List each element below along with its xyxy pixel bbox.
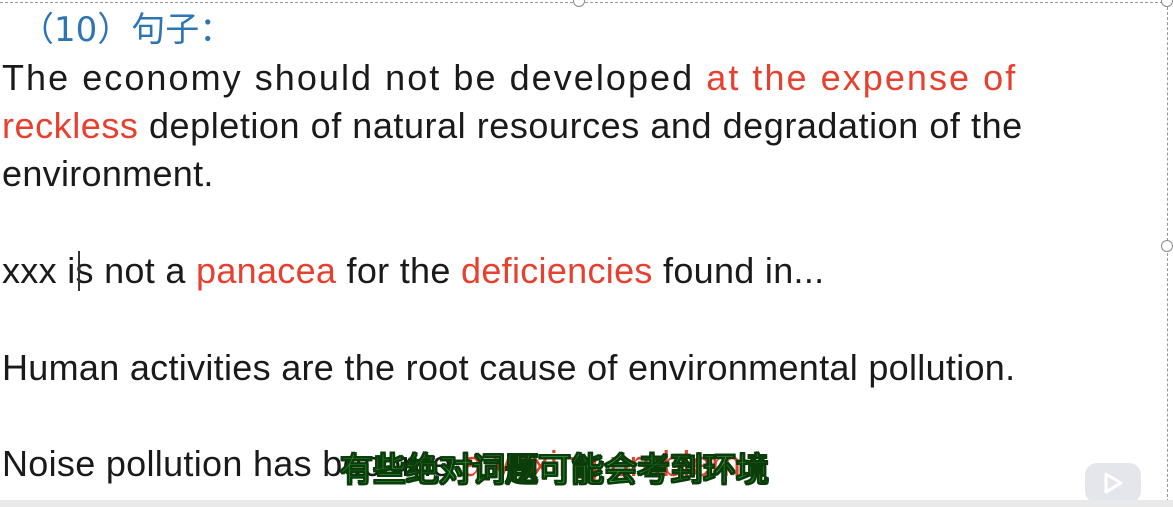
- highlighted-phrase: reckless: [2, 105, 139, 146]
- video-subtitle: 有些绝对词题可能会考到环境: [340, 450, 770, 490]
- highlighted-phrase: panacea: [196, 250, 337, 291]
- sentence-1-line-3: environment.: [2, 150, 214, 198]
- text-run: environment.: [2, 153, 214, 194]
- text-run: is: [67, 250, 94, 291]
- resize-handle-right[interactable]: [1161, 240, 1173, 252]
- text-run: found in...: [652, 250, 825, 291]
- play-logo-icon: [1085, 463, 1141, 503]
- sentence-2: xxx is not a panacea for the deficiencie…: [2, 247, 824, 295]
- textbox-frame-right: [1167, 2, 1168, 502]
- resize-handle-top[interactable]: [573, 0, 585, 7]
- sentence-1-line-1: The economy should not be developed at t…: [2, 54, 1017, 102]
- sentence-3: Human activities are the root cause of e…: [2, 344, 1015, 392]
- text-run: xxx: [2, 250, 68, 291]
- text-run: for the: [336, 250, 461, 291]
- text-run: Human activities are the root cause of e…: [2, 347, 1016, 388]
- sentence-1-line-2: reckless depletion of natural resources …: [2, 102, 1023, 150]
- bottom-strip: [0, 500, 1173, 507]
- text-cursor: [78, 251, 80, 291]
- highlighted-phrase: at the expense of: [706, 57, 1018, 98]
- text-run: The economy should not be developed: [2, 57, 707, 98]
- highlighted-phrase: deficiencies: [461, 250, 653, 291]
- text-run: depletion of natural resources and degra…: [138, 105, 1023, 146]
- slide-canvas: （10）句子： The economy should not be develo…: [0, 0, 1173, 507]
- slide-heading: （10）句子：: [20, 10, 234, 50]
- resize-handle-top-right[interactable]: [1161, 0, 1173, 7]
- text-run: not a: [93, 250, 196, 291]
